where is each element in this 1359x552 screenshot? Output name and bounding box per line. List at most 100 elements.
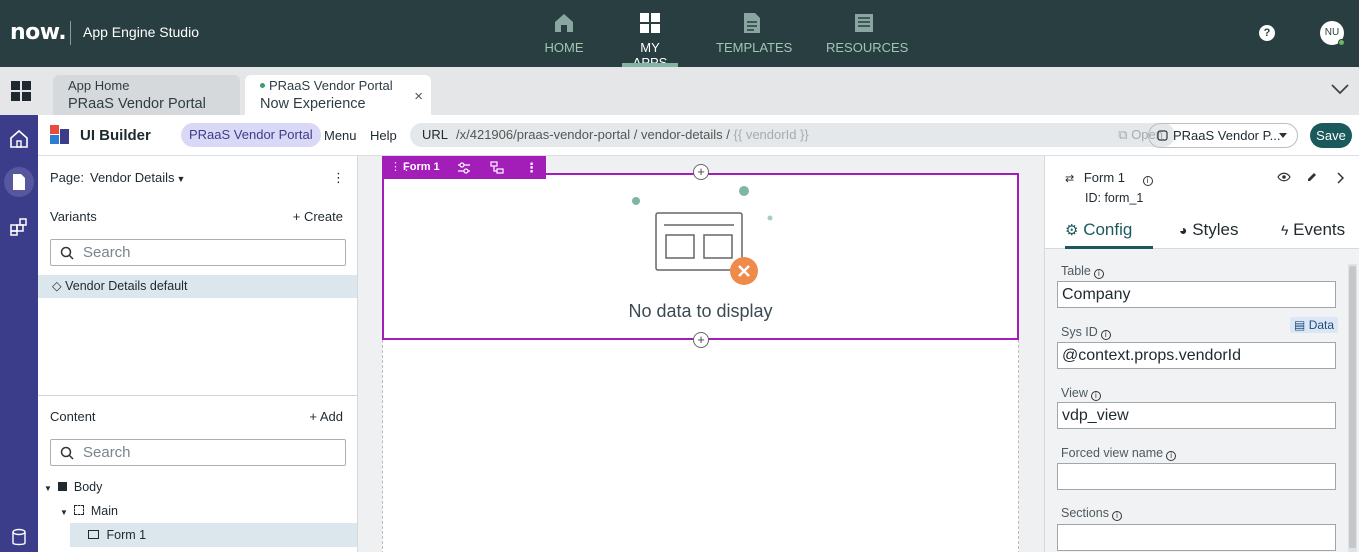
tree-item-body[interactable]: ▼ Body <box>38 475 357 499</box>
app-title: App Engine Studio <box>83 24 199 40</box>
tab-app-home-subtitle: PRaaS Vendor Portal <box>68 96 206 112</box>
grid-icon <box>640 13 660 33</box>
app-name-pill[interactable]: PRaaS Vendor Portal <box>181 123 321 147</box>
divider <box>38 395 357 396</box>
add-component-below-button[interactable]: + <box>693 332 709 348</box>
tab-app-home[interactable]: App Home PRaaS Vendor Portal <box>53 75 240 115</box>
scrollbar[interactable] <box>1348 264 1357 552</box>
tab-now-experience-title: PRaaS Vendor Portal <box>269 78 393 93</box>
form-component[interactable]: No data to display <box>382 173 1019 340</box>
forced-view-name-field[interactable] <box>1057 463 1336 490</box>
container-icon <box>74 505 85 515</box>
url-param: {{ vendorId }} <box>733 127 809 142</box>
chevron-down-icon[interactable] <box>1331 83 1349 95</box>
more-options-icon[interactable]: ⋮ <box>525 156 538 179</box>
menu-button[interactable]: Menu <box>324 128 357 143</box>
nav-templates[interactable]: TEMPLATES <box>716 0 793 67</box>
field-label-text: Sections <box>1061 506 1109 520</box>
ui-builder-toolbar: UI Builder PRaaS Vendor Portal Menu Help… <box>38 115 1359 156</box>
list-item[interactable]: ◇ Vendor Details default <box>38 275 357 298</box>
content-heading: Content <box>50 409 96 424</box>
tab-styles-label: Styles <box>1192 220 1239 239</box>
logo-divider <box>70 21 71 45</box>
url-bar: URL/x/421906/praas-vendor-portal / vendo… <box>410 123 1175 147</box>
settings-sliders-icon[interactable] <box>457 162 471 174</box>
tree-item-form-1[interactable]: Form 1 <box>70 523 357 547</box>
user-avatar[interactable]: NU <box>1320 21 1345 46</box>
tab-now-experience[interactable]: PRaaS Vendor Portal Now Experience × <box>245 75 431 115</box>
avatar-initials: NU <box>1324 27 1340 38</box>
tab-config-label: Config <box>1083 220 1133 239</box>
tree-item-main[interactable]: ▼ Main <box>38 499 357 523</box>
app-switcher-icon[interactable] <box>11 81 31 101</box>
info-icon[interactable]: i <box>1100 330 1111 340</box>
left-app-rail <box>0 115 38 552</box>
field-label-table: Table i <box>1061 264 1104 279</box>
add-content-button[interactable]: + Add <box>309 409 343 424</box>
field-label-sections: Sections i <box>1061 506 1122 521</box>
nav-resources[interactable]: RESOURCES <box>826 0 909 67</box>
pages-nav-button[interactable] <box>4 167 34 197</box>
gear-icon: ⚙ <box>1065 222 1079 239</box>
create-variant-button[interactable]: + Create <box>293 209 343 224</box>
select-parent-icon[interactable] <box>490 161 504 174</box>
info-icon[interactable]: i <box>1093 269 1104 279</box>
eye-icon[interactable] <box>1277 172 1291 182</box>
add-component-above-button[interactable]: + <box>693 164 709 180</box>
sys-id-field[interactable]: @context.props.vendorId <box>1057 342 1336 369</box>
field-label-text: View <box>1061 386 1088 400</box>
sections-field[interactable] <box>1057 524 1336 551</box>
help-link[interactable]: Help <box>370 128 397 143</box>
nav-my-apps[interactable]: MY APPS <box>622 0 678 70</box>
ui-builder-title: UI Builder <box>80 127 151 144</box>
caret-down-icon: ▼ <box>60 508 68 517</box>
edit-icon[interactable] <box>1306 171 1318 183</box>
ui-builder-logo-icon <box>50 125 69 144</box>
database-icon[interactable] <box>9 528 29 548</box>
variants-heading: Variants <box>50 209 97 224</box>
experience-icon <box>1157 130 1168 141</box>
close-icon[interactable]: × <box>414 88 423 105</box>
view-field[interactable]: vdp_view <box>1057 402 1336 429</box>
component-label: Form 1 <box>403 161 440 173</box>
help-icon[interactable]: ? <box>1259 25 1275 41</box>
content-search-input[interactable]: Search <box>50 439 346 466</box>
nav-home[interactable]: HOME <box>540 0 588 67</box>
more-options-icon[interactable]: ⋮ <box>332 170 345 186</box>
panel-tabs: ⚙ Config ◕ Styles ϟ Events <box>1045 214 1359 249</box>
no-data-illustration-icon <box>632 186 773 285</box>
online-status-dot <box>1338 39 1345 46</box>
page-selector[interactable]: Page: Vendor Details ▼ <box>50 170 185 185</box>
chevron-right-icon[interactable] <box>1336 172 1344 184</box>
servicenow-logo[interactable]: now. <box>10 20 67 45</box>
nav-resources-label: RESOURCES <box>826 40 909 55</box>
experience-select[interactable]: PRaaS Vendor P... <box>1148 123 1298 148</box>
tree-item-label: Form 1 <box>106 528 147 542</box>
field-label-view: View i <box>1061 386 1101 401</box>
palette-icon: ◕ <box>1179 222 1188 238</box>
data-binding-badge[interactable]: ▤ Data <box>1290 317 1339 333</box>
components-icon[interactable] <box>9 217 29 237</box>
save-button[interactable]: Save <box>1310 123 1352 148</box>
field-label-text: Table <box>1061 264 1091 278</box>
scrollbar-thumb[interactable] <box>1349 266 1356 548</box>
table-field[interactable]: Company <box>1057 281 1336 308</box>
variants-search-input[interactable]: Search <box>50 239 346 266</box>
tree-item-label: Main <box>90 504 118 518</box>
info-icon[interactable]: i <box>1166 451 1177 461</box>
page-icon <box>13 174 25 190</box>
book-icon <box>855 14 873 32</box>
nav-home-label: HOME <box>544 40 584 55</box>
info-icon[interactable]: i <box>1111 511 1122 521</box>
tab-config[interactable]: ⚙ Config <box>1065 220 1153 249</box>
top-navigation-bar: now. App Engine Studio HOME MY APPS TEMP… <box>0 0 1359 70</box>
component-toolbar: ⋮⋮ Form 1 ⋮ <box>382 156 546 179</box>
tab-styles[interactable]: ◕ Styles <box>1179 220 1239 249</box>
nav-templates-label: TEMPLATES <box>716 40 793 55</box>
content-search-placeholder: Search <box>83 444 131 461</box>
info-icon[interactable]: i <box>1090 391 1101 401</box>
info-icon[interactable]: i <box>1142 176 1153 186</box>
home-icon[interactable] <box>9 129 29 149</box>
app-tab-strip: App Home PRaaS Vendor Portal PRaaS Vendo… <box>0 67 1359 115</box>
tab-events[interactable]: ϟ Events <box>1281 220 1345 249</box>
